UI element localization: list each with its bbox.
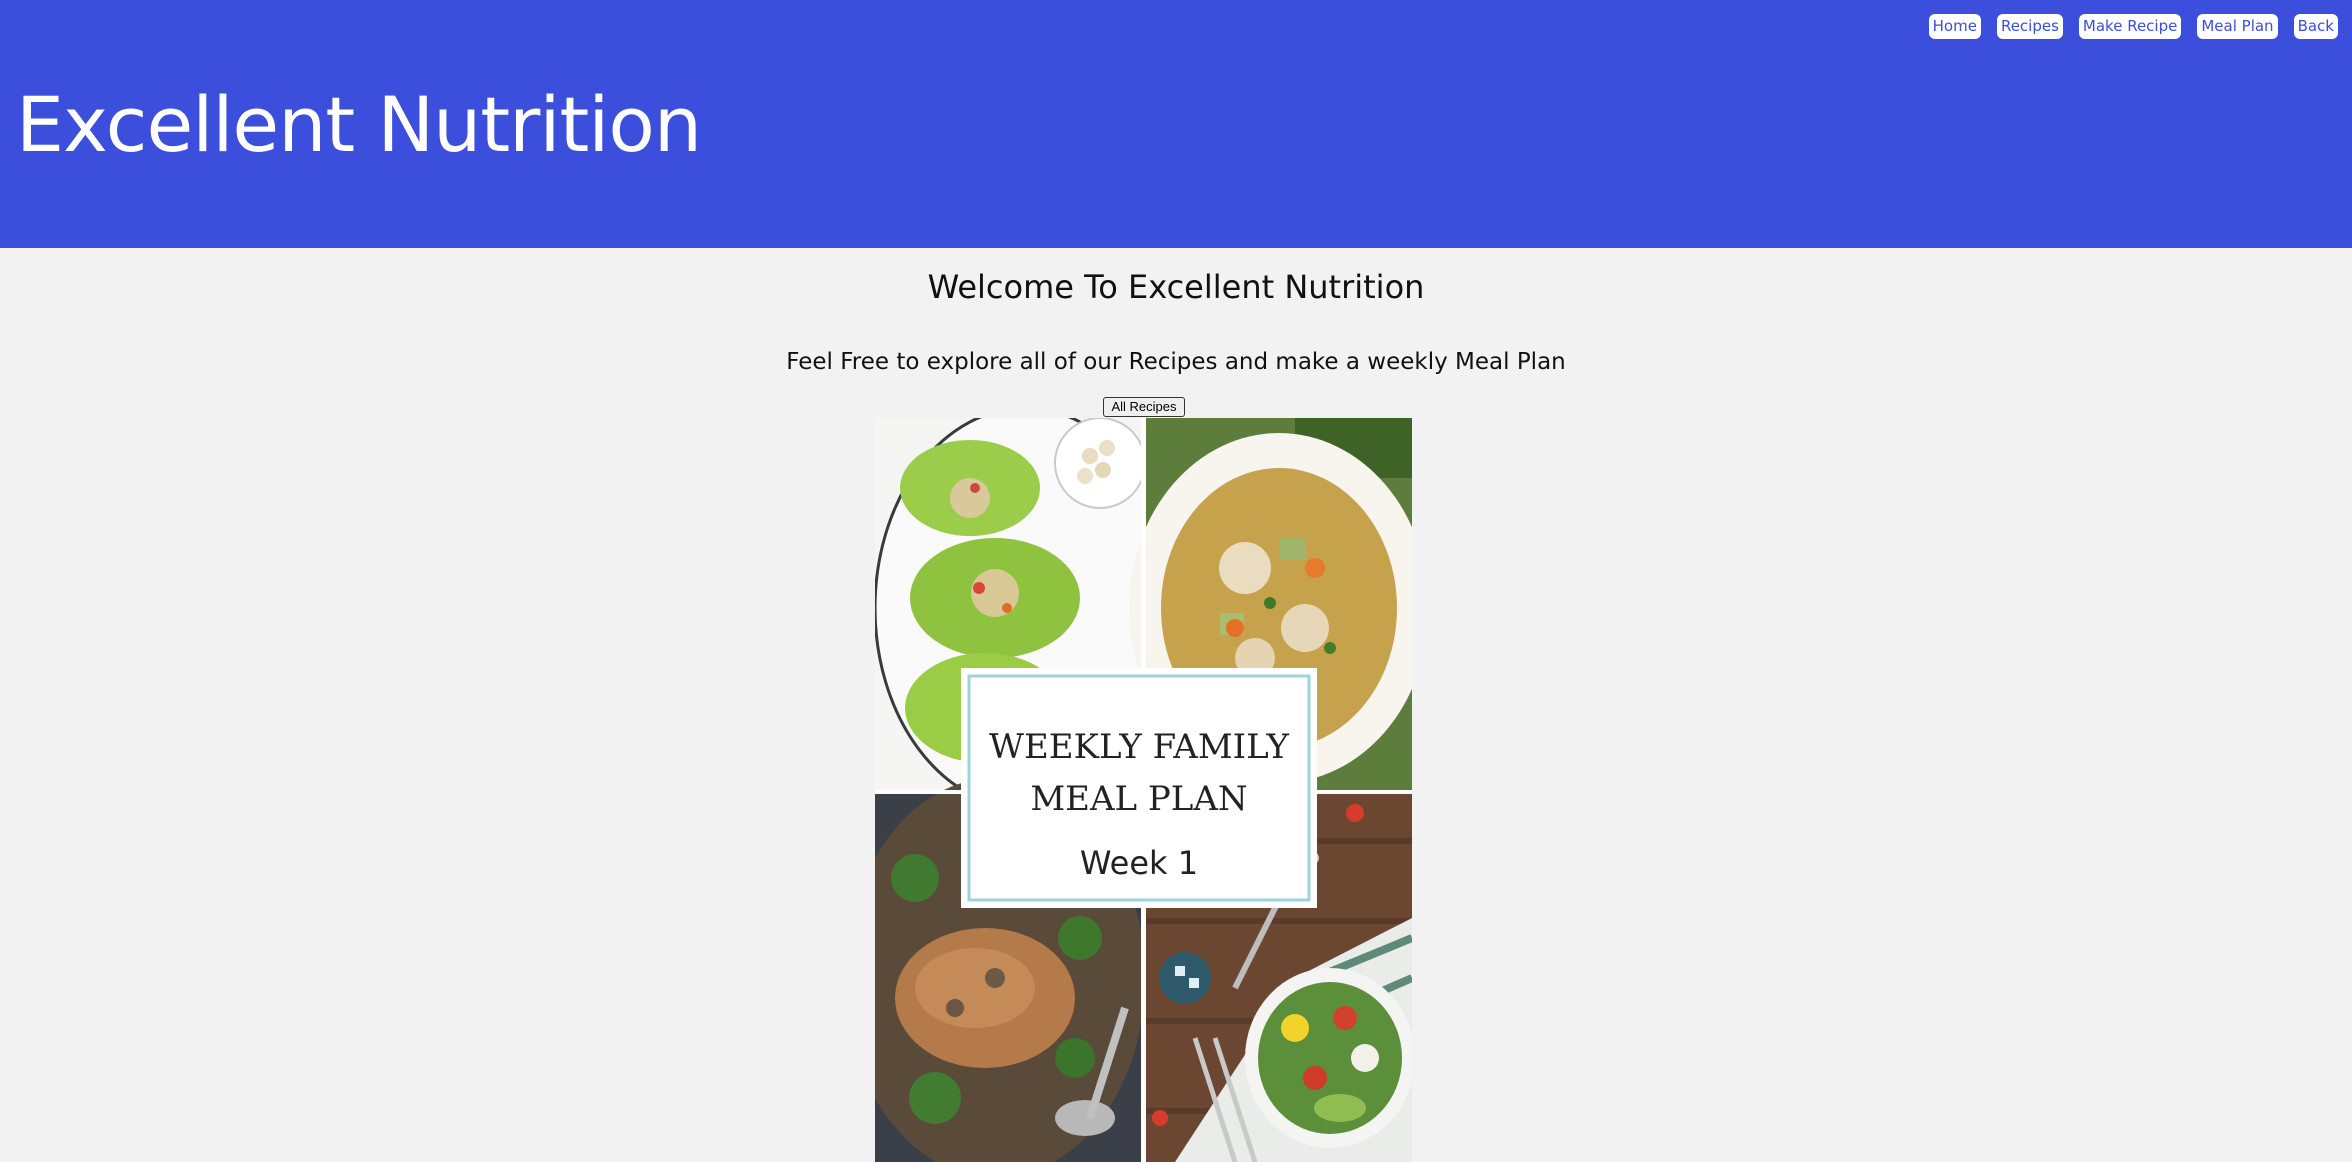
top-nav: Home Recipes Make Recipe Meal Plan Back (1928, 14, 2338, 39)
meal-plan-title-card: WEEKLY FAMILY MEAL PLAN Week 1 (961, 668, 1317, 908)
card-line-3: Week 1 (1080, 844, 1198, 882)
card-line-2: MEAL PLAN (1030, 779, 1247, 819)
weekly-meal-plan-image: WEEKLY FAMILY MEAL PLAN Week 1 (875, 418, 1412, 1162)
site-header: Excellent Nutrition Home Recipes Make Re… (0, 0, 2352, 248)
site-title: Excellent Nutrition (16, 80, 702, 169)
nav-recipes-button[interactable]: Recipes (1996, 14, 2063, 39)
meal-plan-collage: WEEKLY FAMILY MEAL PLAN Week 1 (875, 418, 1412, 1162)
welcome-heading: Welcome To Excellent Nutrition (927, 268, 1425, 306)
nav-back-button[interactable]: Back (2293, 14, 2338, 39)
card-line-1: WEEKLY FAMILY (989, 727, 1289, 767)
nav-make-recipe-button[interactable]: Make Recipe (2078, 14, 2182, 39)
all-recipes-button[interactable]: All Recipes (1103, 397, 1185, 417)
nav-meal-plan-button[interactable]: Meal Plan (2197, 14, 2278, 39)
nav-home-button[interactable]: Home (1928, 14, 1981, 39)
intro-text: Feel Free to explore all of our Recipes … (786, 349, 1566, 375)
